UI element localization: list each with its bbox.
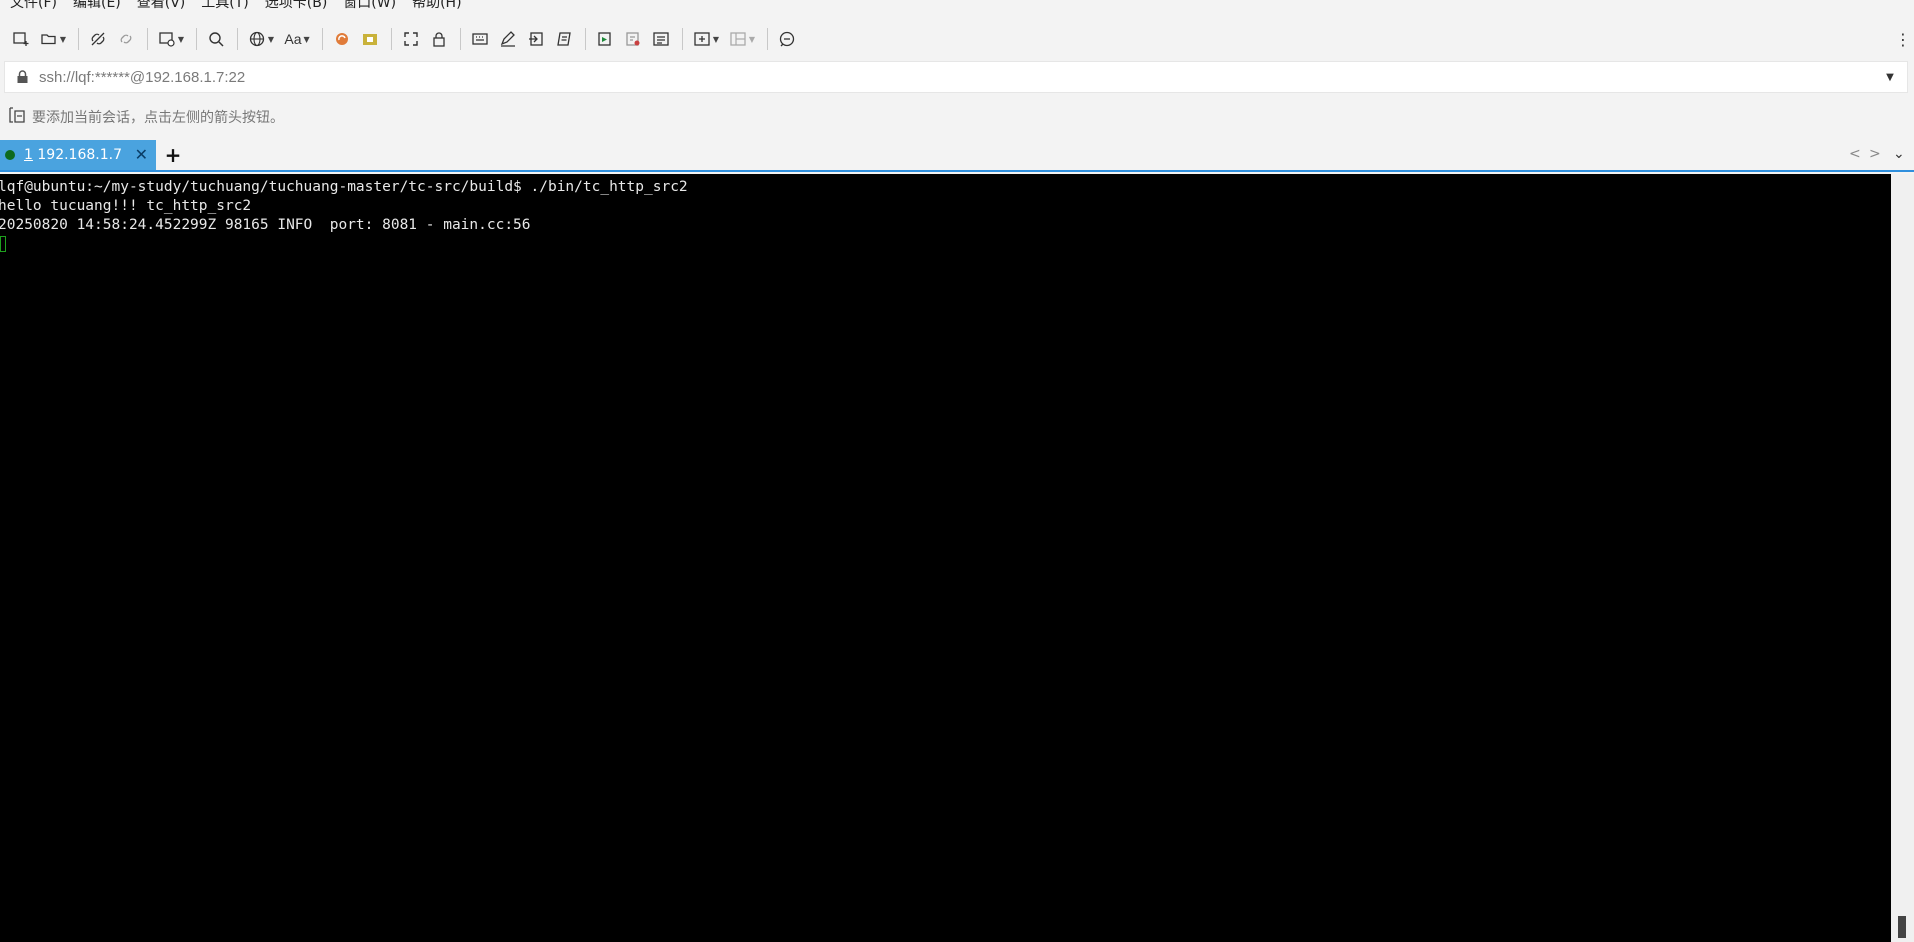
address-dropdown-icon[interactable]: ▼ (1879, 72, 1901, 83)
terminal-area[interactable]: lqf@ubuntu:~/my-study/tuchuang/tuchuang-… (0, 174, 1891, 942)
hint-text: 要添加当前会话，点击左侧的箭头按钮。 (32, 110, 284, 126)
close-icon[interactable]: ✕ (135, 146, 148, 164)
toolbar-separator (196, 28, 197, 50)
toolbar-separator (585, 28, 586, 50)
terminal-line: 20250820 14:58:24.452299Z 98165 INFO por… (0, 217, 531, 233)
tab-scroll-left-icon[interactable]: < (1849, 146, 1861, 162)
address-input[interactable] (33, 68, 1879, 86)
open-folder-icon[interactable]: ▼ (36, 26, 70, 52)
reconnect-icon[interactable] (113, 26, 139, 52)
tab-bar: 1 192.168.1.7 ✕ + < > ⌄ (0, 140, 1914, 172)
xmanager-icon[interactable] (357, 26, 383, 52)
send-icon[interactable] (523, 26, 549, 52)
toolbar-separator (147, 28, 148, 50)
transfer-icon[interactable] (620, 26, 646, 52)
toolbar-separator (322, 28, 323, 50)
log-icon[interactable] (592, 26, 618, 52)
lock-icon (11, 70, 33, 84)
toolbar-separator (682, 28, 683, 50)
connection-status-dot (5, 150, 15, 160)
menu-bar: 文件(F) 编辑(E) 查看(V) 工具(T) 选项卡(B) 窗口(W) 帮助(… (0, 0, 1914, 13)
menu-tools[interactable]: 工具(T) (201, 0, 248, 12)
lock-icon[interactable] (426, 26, 452, 52)
tab-scroll-right-icon[interactable]: > (1869, 146, 1881, 162)
xftp-icon[interactable] (329, 26, 355, 52)
scrollbar-thumb[interactable] (1898, 916, 1906, 938)
tab-list-dropdown-icon[interactable]: ⌄ (1893, 146, 1905, 162)
menu-tabs[interactable]: 选项卡(B) (265, 0, 328, 12)
toolbar-overflow-icon[interactable]: ⋮ (1895, 28, 1911, 50)
terminal-line (0, 235, 688, 254)
chat-icon[interactable] (774, 26, 800, 52)
toolbar-separator (391, 28, 392, 50)
session-hint-bar: 要添加当前会话，点击左侧的箭头按钮。 (8, 106, 284, 128)
tab-index: 1 (24, 147, 33, 163)
toolbar-separator (78, 28, 79, 50)
menu-window[interactable]: 窗口(W) (343, 0, 396, 12)
terminal-output: lqf@ubuntu:~/my-study/tuchuang/tuchuang-… (0, 178, 688, 254)
notes-icon[interactable] (648, 26, 674, 52)
menu-file[interactable]: 文件(F) (10, 0, 57, 12)
layout-icon[interactable]: ▼ (725, 26, 759, 52)
tab-host: 192.168.1.7 (37, 147, 122, 163)
fullscreen-icon[interactable] (398, 26, 424, 52)
script-icon[interactable] (551, 26, 577, 52)
toolbar: ▼ ▼ ▼ Aa ▼ ▼ ▼ ⋮ (0, 24, 1914, 54)
terminal-line: hello tucuang!!! tc_http_src2 (0, 198, 252, 214)
search-icon[interactable] (203, 26, 229, 52)
toolbar-separator (460, 28, 461, 50)
toolbar-separator (237, 28, 238, 50)
menu-help[interactable]: 帮助(H) (412, 0, 461, 12)
disconnect-icon[interactable] (85, 26, 111, 52)
toolbar-separator (767, 28, 768, 50)
new-tab-icon[interactable]: ▼ (154, 26, 188, 52)
tab-label: 1 192.168.1.7 (24, 147, 122, 163)
add-tab-button[interactable]: + (162, 143, 184, 167)
menu-edit[interactable]: 编辑(E) (73, 0, 121, 12)
terminal-cursor (0, 236, 6, 252)
tab-session-1[interactable]: 1 192.168.1.7 ✕ (0, 140, 156, 170)
font-icon[interactable]: Aa ▼ (280, 26, 314, 52)
keyboard-icon[interactable] (467, 26, 493, 52)
globe-icon[interactable]: ▼ (244, 26, 278, 52)
add-session-icon[interactable] (8, 106, 26, 128)
new-session-icon[interactable] (8, 26, 34, 52)
address-bar: ▼ (4, 61, 1908, 93)
compose-icon[interactable] (495, 26, 521, 52)
menu-view[interactable]: 查看(V) (137, 0, 186, 12)
terminal-line: lqf@ubuntu:~/my-study/tuchuang/tuchuang-… (0, 179, 688, 195)
add-window-icon[interactable]: ▼ (689, 26, 723, 52)
terminal-scrollbar[interactable] (1891, 174, 1914, 942)
